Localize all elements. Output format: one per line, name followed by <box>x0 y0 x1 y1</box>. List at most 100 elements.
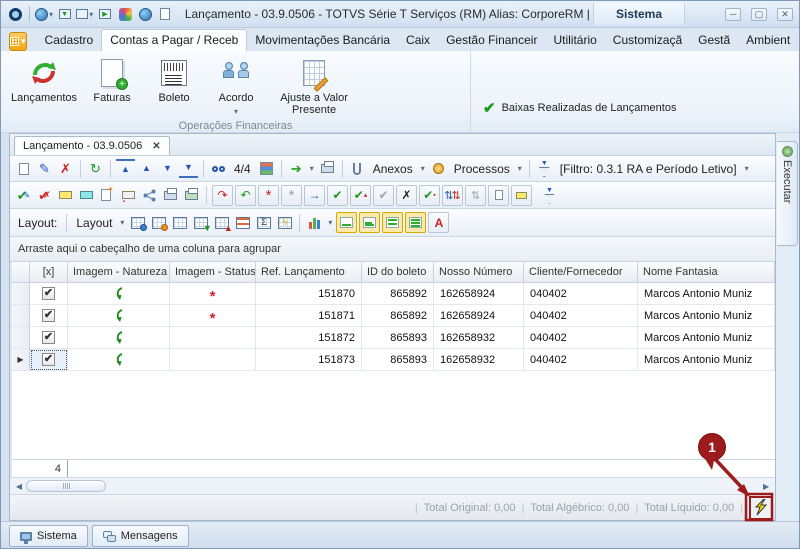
print-blue-icon[interactable] <box>161 186 180 205</box>
row-checkbox-cell[interactable]: ✔ <box>30 305 68 327</box>
layout-sum-icon[interactable]: Σ <box>254 213 273 232</box>
anexos-dropdown-icon[interactable]: ▾ <box>421 164 425 173</box>
asterisk-gray-icon[interactable]: * <box>281 185 302 206</box>
previous-record-icon[interactable]: ▲ <box>137 159 156 178</box>
document-tab[interactable]: Lançamento - 03.9.0506 ✕ <box>14 136 170 155</box>
layout-dropdown-icon[interactable]: ▾ <box>120 218 124 227</box>
share-icon[interactable] <box>140 186 159 205</box>
tab-customizacao[interactable]: Customizaçã <box>605 30 690 51</box>
x-black-icon[interactable]: ✗ <box>396 185 417 206</box>
print-icon[interactable] <box>318 159 337 178</box>
confirm-edit-icon[interactable]: ✔✎ <box>14 186 33 205</box>
edit-record-icon[interactable]: ✎ <box>35 159 54 178</box>
next-record-icon[interactable]: ▼ <box>158 159 177 178</box>
filter-dropdown-icon[interactable]: ▾ <box>745 164 749 173</box>
font-button[interactable]: A <box>428 212 449 233</box>
column-header-check[interactable]: [x] <box>30 262 68 283</box>
context-tab-sistema[interactable]: Sistema <box>593 3 685 25</box>
filter-funnel-icon[interactable]: ▼ <box>540 186 559 205</box>
grid-view-icon[interactable] <box>257 159 276 178</box>
tab-ambiente[interactable]: Ambient <box>738 30 798 51</box>
column-header-cliente-fornecedor[interactable]: Cliente/Fornecedor <box>524 262 638 283</box>
checkbox-checked-icon[interactable]: ✔ <box>42 331 55 344</box>
web-globe-icon[interactable] <box>137 6 154 22</box>
align-top-toggle[interactable] <box>382 212 403 233</box>
table-row-current[interactable]: ▶ ✔ 151873 865893 162658932 040402 Marco… <box>12 349 775 371</box>
layout-import-icon[interactable]: ▼ <box>191 213 210 232</box>
theme-palette-icon[interactable] <box>116 6 133 22</box>
checkbox-checked-icon[interactable]: ✔ <box>42 353 55 366</box>
arrow-blue-icon[interactable]: → <box>304 185 325 206</box>
check-gray-icon[interactable]: ✔ <box>373 185 394 206</box>
return-green-icon[interactable]: ↶ <box>235 185 256 206</box>
lightning-bolt-icon[interactable] <box>749 496 773 520</box>
check-green-icon[interactable]: ✔ <box>327 185 348 206</box>
layout-save-icon[interactable] <box>128 213 147 232</box>
first-record-icon[interactable]: ▲ <box>116 159 135 178</box>
layout-flash-icon[interactable]: ϟ <box>275 213 294 232</box>
tab-gestao-financeira[interactable]: Gestão Financeir <box>438 30 545 51</box>
row-checkbox-cell[interactable]: ✔ <box>30 327 68 349</box>
column-header-nosso-numero[interactable]: Nosso Número <box>434 262 524 283</box>
column-header-imagem-natureza[interactable]: Imagem - Natureza <box>68 262 170 283</box>
maximize-button[interactable]: ▢ <box>751 8 767 21</box>
column-header-ref-lancamento[interactable]: Ref. Lançamento <box>256 262 362 283</box>
copy-pages-icon[interactable] <box>157 6 174 22</box>
column-header-id-boleto[interactable]: ID do boleto <box>362 262 434 283</box>
chart-icon[interactable] <box>305 213 324 232</box>
processos-button[interactable]: Processos <box>454 162 510 176</box>
boleto-yellow-icon[interactable] <box>56 186 75 205</box>
table-row[interactable]: ✔ * 151871 865892 162658924 040402 Marco… <box>12 305 775 327</box>
filter-icon[interactable]: ▼ <box>535 159 554 178</box>
close-button[interactable]: ✕ <box>777 8 793 21</box>
tab-gestao[interactable]: Gestã <box>690 30 738 51</box>
row-checkbox-cell[interactable]: ✔ <box>30 349 68 371</box>
window-run-icon[interactable]: ▶ <box>96 6 113 22</box>
tab-contas-a-pagar-receb[interactable]: Contas a Pagar / Receb <box>101 29 247 51</box>
minimize-button[interactable]: ─ <box>725 8 741 21</box>
boleto-cyan-icon[interactable] <box>77 186 96 205</box>
faturas-button[interactable]: + Faturas <box>81 55 143 106</box>
layout-dropdown-button[interactable]: Layout <box>76 216 112 230</box>
column-header-imagem-status[interactable]: Imagem - Status <box>170 262 256 283</box>
filter-selector[interactable]: [Filtro: 0.3.1 RA e Período Letivo] <box>560 162 737 176</box>
scroll-right-icon[interactable]: ▶ <box>759 482 773 491</box>
chart-dropdown-icon[interactable]: ▾ <box>328 218 332 227</box>
transfer-updown-icon[interactable]: ⇅⇅ <box>442 185 463 206</box>
lancamentos-button[interactable]: Lançamentos <box>7 55 81 106</box>
scrollbar-thumb[interactable] <box>26 480 106 492</box>
last-record-icon[interactable]: ▼ <box>179 159 198 178</box>
table-row[interactable]: ✔ * 151870 865892 162658924 040402 Marco… <box>12 283 775 305</box>
window-icon[interactable]: ▾ <box>76 6 93 22</box>
search-binoculars-icon[interactable] <box>209 159 228 178</box>
new-doc-wizard-icon[interactable]: ✦ <box>98 186 117 205</box>
acordo-button[interactable]: Acordo ▾ <box>205 55 267 118</box>
horizontal-scrollbar[interactable]: ◀ ▶ <box>10 477 775 494</box>
new-record-icon[interactable] <box>14 159 33 178</box>
print-green-icon[interactable] <box>182 186 201 205</box>
layout-options-icon[interactable] <box>233 213 252 232</box>
executar-side-tab[interactable]: Executar <box>777 141 798 246</box>
baixas-realizadas-option[interactable]: ✔ Baixas Realizadas de Lançamentos <box>471 51 676 132</box>
window-download-icon[interactable]: ▼ <box>56 6 73 22</box>
field-yellow-icon[interactable] <box>511 185 532 206</box>
bottom-tab-sistema[interactable]: Sistema <box>9 525 88 547</box>
close-document-icon[interactable]: ✕ <box>152 141 160 152</box>
tab-utilitario[interactable]: Utilitário <box>545 30 604 51</box>
align-full-toggle[interactable] <box>405 212 426 233</box>
row-checkbox-cell[interactable]: ✔ <box>30 283 68 305</box>
cancel-edit-icon[interactable]: ✔✗ <box>35 186 54 205</box>
export-icon[interactable]: ➔ <box>287 159 306 178</box>
tab-cadastro[interactable]: Cadastro <box>37 30 102 51</box>
layout-export-icon[interactable]: ▲ <box>212 213 231 232</box>
card-icon[interactable]: ▪ <box>119 186 138 205</box>
layout-add-icon[interactable] <box>149 213 168 232</box>
application-menu-button[interactable]: ▾ <box>9 32 27 51</box>
transfer-gray-icon[interactable]: ⇅ <box>465 185 486 206</box>
check-badge-icon[interactable]: ✔▪ <box>419 185 440 206</box>
tab-movimentacoes-bancaria[interactable]: Movimentações Bancária <box>247 30 398 51</box>
doc-small-icon[interactable] <box>488 185 509 206</box>
align-bottom-toggle[interactable] <box>336 212 357 233</box>
connection-icon[interactable]: ▾ <box>35 6 53 22</box>
processos-dropdown-icon[interactable]: ▾ <box>518 164 522 173</box>
